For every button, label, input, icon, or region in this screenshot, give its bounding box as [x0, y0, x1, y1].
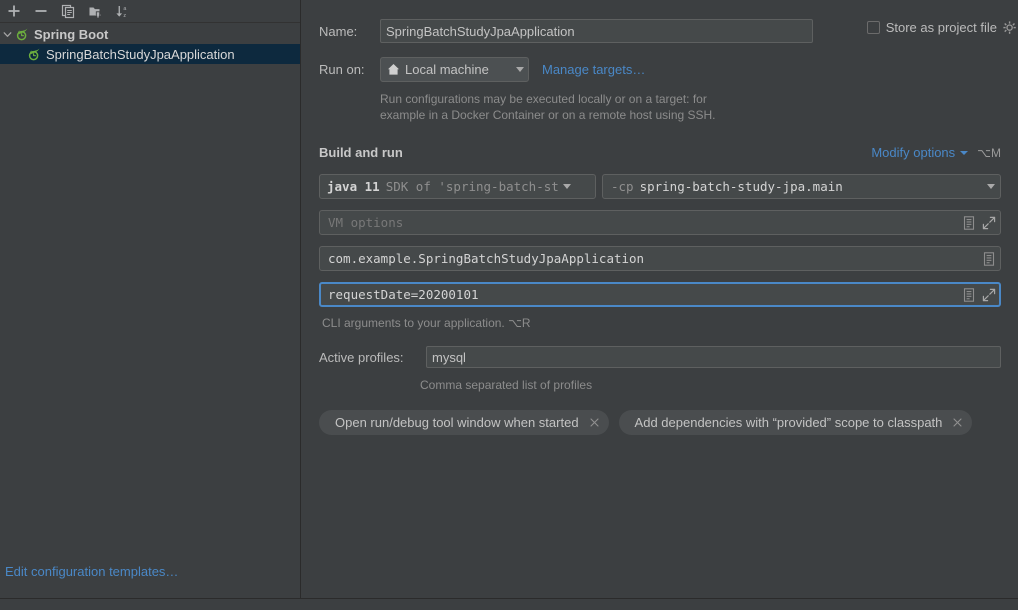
- run-debug-configurations-dialog: a z Spring Boot SpringBatchStudyJpaAppli…: [0, 0, 1018, 610]
- home-icon: [388, 64, 399, 75]
- copy-icon: [61, 4, 74, 18]
- store-as-project-file-row: Store as project file: [866, 20, 1017, 35]
- spring-boot-icon: [28, 48, 40, 61]
- sdk-and-classpath-row: java 11 SDK of 'spring-batch-st -cp spri…: [319, 174, 1001, 199]
- name-label: Name:: [319, 23, 358, 39]
- classpath-module: spring-batch-study-jpa.main: [639, 179, 843, 194]
- chevron-down-icon: [516, 67, 524, 72]
- active-profiles-input[interactable]: [426, 346, 1001, 368]
- tree-group-label: Spring Boot: [34, 26, 109, 42]
- svg-text:a: a: [123, 6, 126, 12]
- modify-options-group: Modify options ⌥M: [871, 145, 1001, 160]
- sort-configurations-button[interactable]: a z: [110, 1, 134, 22]
- modify-options-link[interactable]: Modify options: [871, 145, 955, 160]
- chevron-down-icon[interactable]: [0, 27, 14, 41]
- main-class-value: com.example.SpringBatchStudyJpaApplicati…: [328, 251, 645, 266]
- sort-az-icon: a z: [115, 5, 126, 19]
- edit-configuration-templates-link[interactable]: Edit configuration templates…: [5, 564, 178, 579]
- run-on-select[interactable]: Local machine: [380, 57, 529, 82]
- run-on-row: Run on: Local machine Manage targets…: [319, 57, 645, 82]
- remove-configuration-button[interactable]: [29, 1, 53, 22]
- plus-icon: [8, 5, 20, 17]
- chevron-down-icon[interactable]: [960, 150, 969, 155]
- folder-add-icon: [89, 7, 100, 19]
- vm-options-field[interactable]: VM options: [319, 210, 1001, 235]
- configurations-tree: Spring Boot SpringBatchStudyJpaApplicati…: [0, 23, 300, 64]
- jre-description: SDK of 'spring-batch-st: [385, 179, 559, 194]
- close-icon[interactable]: [588, 416, 601, 429]
- tree-item-springbatchstudyjpaapplication[interactable]: SpringBatchStudyJpaApplication: [0, 44, 300, 64]
- run-on-hint-line1: Run configurations may be executed local…: [380, 92, 707, 106]
- chip-label: Open run/debug tool window when started: [335, 415, 579, 430]
- store-as-project-file-checkbox[interactable]: [866, 21, 880, 34]
- spring-boot-icon: [16, 28, 28, 41]
- gear-icon[interactable]: [1003, 20, 1017, 35]
- move-into-folder-button[interactable]: [83, 1, 107, 22]
- svg-text:z: z: [123, 13, 126, 19]
- chevron-down-icon: [562, 184, 571, 189]
- copy-configuration-button[interactable]: [56, 1, 80, 22]
- active-profiles-hint: Comma separated list of profiles: [420, 378, 593, 392]
- close-icon[interactable]: [951, 416, 964, 429]
- chevron-down-icon: [987, 184, 995, 189]
- cli-arguments-hint: CLI arguments to your application. ⌥R: [322, 316, 531, 330]
- macro-icon[interactable]: [982, 251, 996, 266]
- configuration-editor-panel: Name: Store as project file R: [302, 0, 1018, 598]
- jre-java-version: java 11: [327, 179, 380, 194]
- expand-icon[interactable]: [982, 288, 996, 302]
- classpath-module-select[interactable]: -cp spring-batch-study-jpa.main: [602, 174, 1001, 199]
- sidebar-toolbar: a z: [0, 0, 300, 23]
- classpath-flag: -cp: [611, 179, 634, 194]
- active-profiles-label: Active profiles:: [319, 349, 404, 365]
- configurations-sidebar: a z Spring Boot SpringBatchStudyJpaAppli…: [0, 0, 301, 598]
- run-on-hint-line2: example in a Docker Container or on a re…: [380, 108, 716, 122]
- macro-icon[interactable]: [962, 287, 976, 302]
- minus-icon: [35, 10, 47, 12]
- modify-options-shortcut: ⌥M: [977, 145, 1001, 160]
- vm-options-placeholder: VM options: [328, 215, 404, 230]
- run-on-hint: Run configurations may be executed local…: [380, 91, 940, 123]
- program-arguments-value: requestDate=20200101: [328, 287, 479, 302]
- build-and-run-header: Build and run Modify options ⌥M: [319, 145, 1001, 160]
- tree-item-label: SpringBatchStudyJpaApplication: [46, 46, 235, 62]
- run-on-value: Local machine: [405, 62, 489, 77]
- chip-add-provided-scope-dependencies[interactable]: Add dependencies with “provided” scope t…: [618, 410, 973, 435]
- name-input[interactable]: [380, 19, 813, 43]
- jre-select[interactable]: java 11 SDK of 'spring-batch-st: [319, 174, 596, 199]
- tree-group-spring-boot[interactable]: Spring Boot: [0, 24, 300, 44]
- chip-label: Add dependencies with “provided” scope t…: [634, 415, 943, 430]
- main-class-field[interactable]: com.example.SpringBatchStudyJpaApplicati…: [319, 246, 1001, 271]
- expand-icon[interactable]: [982, 216, 996, 230]
- program-arguments-field[interactable]: requestDate=20200101: [319, 282, 1001, 307]
- build-and-run-title: Build and run: [319, 145, 403, 160]
- store-as-project-file-label: Store as project file: [885, 20, 997, 35]
- macro-icon[interactable]: [962, 215, 976, 230]
- option-chips: Open run/debug tool window when started …: [319, 410, 973, 435]
- manage-targets-link[interactable]: Manage targets…: [542, 62, 645, 77]
- active-profiles-row: Active profiles:: [319, 346, 1001, 368]
- chip-open-run-debug-tool-window[interactable]: Open run/debug tool window when started: [319, 410, 609, 435]
- add-configuration-button[interactable]: [2, 1, 26, 22]
- run-on-label: Run on:: [319, 62, 365, 77]
- dialog-bottom-bar: [0, 598, 1018, 610]
